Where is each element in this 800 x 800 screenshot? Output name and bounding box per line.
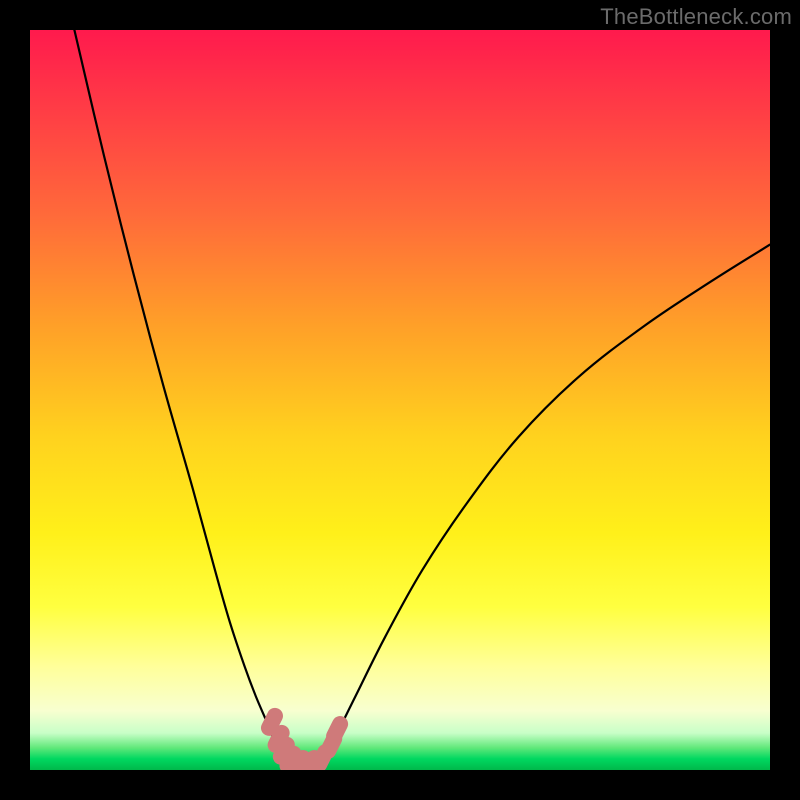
highlight-point — [269, 716, 275, 728]
curve-layer — [30, 30, 770, 770]
left-curve — [74, 30, 289, 766]
highlight-markers — [269, 716, 340, 770]
watermark-text: TheBottleneck.com — [600, 4, 792, 30]
chart-frame: TheBottleneck.com — [0, 0, 800, 800]
plot-area — [30, 30, 770, 770]
right-curve — [319, 245, 770, 767]
highlight-point — [334, 724, 340, 736]
